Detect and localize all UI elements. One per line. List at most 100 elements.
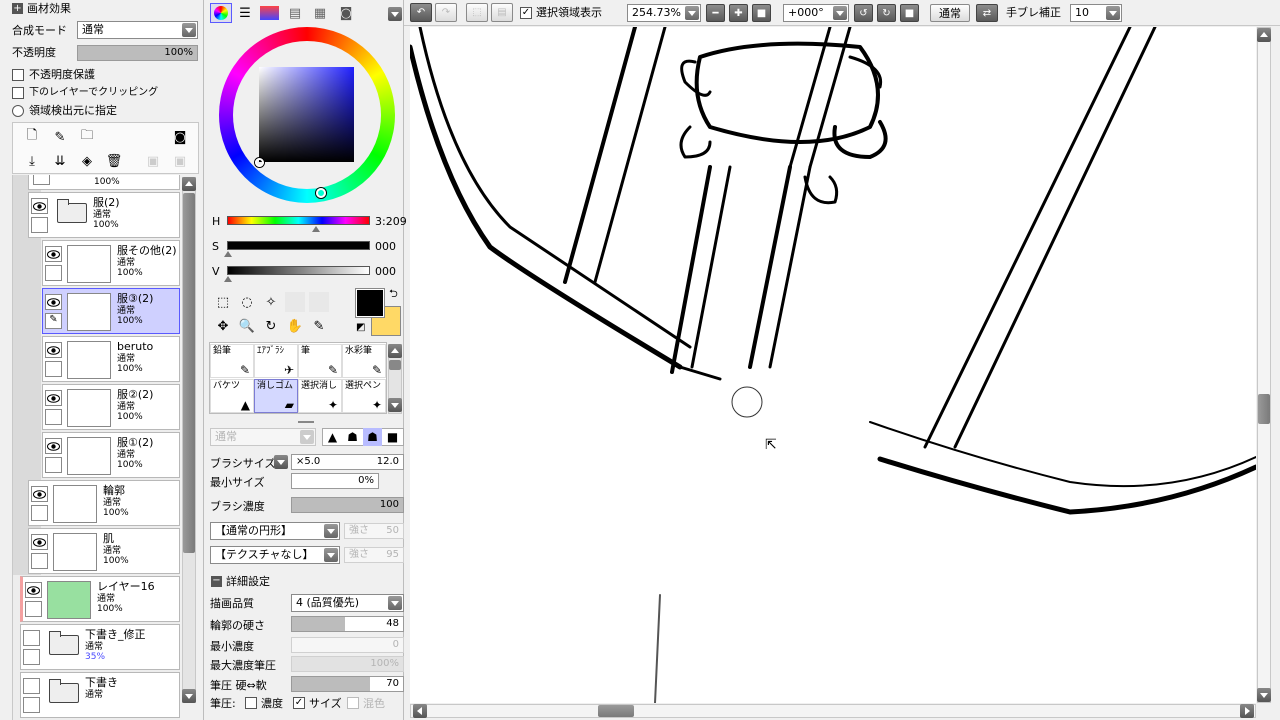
layer-mask-icon[interactable]: ◙ xyxy=(170,127,190,147)
deselect-button[interactable]: ⬚ xyxy=(466,3,488,22)
undo-button[interactable]: ↶ xyxy=(410,3,432,22)
rect-select-icon[interactable]: ⬚ xyxy=(213,292,233,312)
pressure-slider[interactable]: 70 xyxy=(291,676,404,692)
color-wheel-tab[interactable] xyxy=(210,3,232,23)
layer-row[interactable]: 服②(2) 通常 100% xyxy=(42,384,180,430)
brush-size-menu[interactable] xyxy=(274,455,288,469)
canvas-vscrollbar[interactable] xyxy=(1257,27,1271,703)
edge-square-icon[interactable]: ■ xyxy=(383,428,402,446)
stabilizer-select[interactable]: 10 xyxy=(1070,4,1122,22)
scroll-up-button[interactable] xyxy=(182,177,196,191)
zoom-out-button[interactable]: ━ xyxy=(706,4,725,22)
canvas-scroll-up[interactable] xyxy=(1257,28,1271,42)
saturation-slider[interactable] xyxy=(227,241,370,250)
layer-visible-box[interactable] xyxy=(33,175,50,185)
layer-row[interactable]: 服(2) 通常 100% xyxy=(28,192,180,238)
layer-lock-box[interactable] xyxy=(23,649,40,665)
eye-icon[interactable] xyxy=(45,294,62,310)
eye-icon[interactable] xyxy=(31,198,48,214)
layer-lock-box[interactable] xyxy=(31,553,48,569)
eye-icon[interactable] xyxy=(23,678,40,694)
hsv-slider-tab-icon[interactable] xyxy=(260,6,279,20)
primary-color-swatch[interactable] xyxy=(355,288,385,318)
layer-lock-box[interactable]: ✎ xyxy=(45,313,62,329)
layer-lock-box[interactable] xyxy=(45,361,62,377)
sv-square[interactable] xyxy=(259,67,354,162)
canvas-vscroll-thumb[interactable] xyxy=(1258,394,1270,424)
expand-icon[interactable]: + xyxy=(12,3,23,14)
view-mode-button[interactable]: 通常 xyxy=(930,4,970,22)
new-linework-layer-icon[interactable]: ✎ xyxy=(50,127,70,147)
canvas-scroll-right[interactable] xyxy=(1240,704,1254,718)
panel-grip[interactable] xyxy=(298,421,314,423)
brush-6[interactable]: 選択消し ✦ xyxy=(298,379,342,413)
lasso-icon[interactable]: ◌ xyxy=(237,292,257,312)
min-size-slider[interactable]: 0% xyxy=(291,473,379,489)
layer-row[interactable]: 服その他(2) 通常 100% xyxy=(42,240,180,286)
rotate-reset-button[interactable]: ■ xyxy=(900,4,919,22)
eye-icon[interactable] xyxy=(45,390,62,406)
brush-3[interactable]: 水彩筆 ✎ xyxy=(342,344,386,378)
eye-icon[interactable] xyxy=(25,582,42,598)
scroll-down-button[interactable] xyxy=(182,689,196,703)
layer-lock-box[interactable] xyxy=(31,217,48,233)
swap-colors-icon[interactable]: ⮌ xyxy=(389,288,398,299)
collapse-icon[interactable]: − xyxy=(211,576,222,587)
protect-opacity-checkbox[interactable] xyxy=(12,69,24,81)
layer-lock-box[interactable] xyxy=(45,265,62,281)
layer-row[interactable]: 下書き_修正 通常 35% xyxy=(20,624,180,670)
hue-slider[interactable] xyxy=(227,216,370,225)
zoom-in-button[interactable]: ✚ xyxy=(729,4,748,22)
rotate-right-button[interactable]: ↻ xyxy=(877,4,896,22)
brush-size-field[interactable]: ×5.0 12.0 xyxy=(291,454,404,470)
transfer-down-icon[interactable]: ⤓ xyxy=(22,151,42,171)
brush-4[interactable]: バケツ ▲ xyxy=(210,379,254,413)
flip-horizontal-button[interactable]: ⇄ xyxy=(976,4,998,22)
canvas-hscrollbar[interactable] xyxy=(410,704,1256,718)
layer-row[interactable]: beruto 通常 100% xyxy=(42,336,180,382)
swatch-tab-icon[interactable]: ▦ xyxy=(310,3,330,23)
new-layer-icon[interactable]: 🗋 xyxy=(22,127,42,147)
hardness-slider[interactable]: 48 xyxy=(291,616,404,632)
zoom-icon[interactable]: 🔍 xyxy=(237,316,257,336)
brush-scroll-down[interactable] xyxy=(388,398,402,412)
reset-colors-icon[interactable]: ◩ xyxy=(356,323,365,333)
rotation-select[interactable]: +000° xyxy=(783,4,849,22)
trash-icon[interactable]: 🗑 xyxy=(104,151,124,171)
quality-select[interactable]: 4 (品質優先) xyxy=(291,594,404,612)
rotate-icon[interactable]: ↻ xyxy=(261,316,281,336)
eye-icon[interactable] xyxy=(31,534,48,550)
brush-mode-select[interactable]: 通常 xyxy=(210,428,316,446)
rotate-left-button[interactable]: ↺ xyxy=(854,4,873,22)
brush-0[interactable]: 鉛筆 ✎ xyxy=(210,344,254,378)
layer-scroll-thumb[interactable] xyxy=(183,193,195,553)
brush-5[interactable]: 消しゴム ▰ xyxy=(254,379,298,413)
zoom-reset-button[interactable]: ■ xyxy=(752,4,771,22)
canvas-hscroll-thumb[interactable] xyxy=(598,705,634,717)
new-folder-icon[interactable]: 🗀 xyxy=(77,127,97,147)
eye-icon[interactable] xyxy=(45,342,62,358)
rgb-slider-tab-icon[interactable]: ☰ xyxy=(235,3,255,23)
scratchpad-tab-icon[interactable]: ◙ xyxy=(336,3,356,23)
eye-icon[interactable] xyxy=(45,438,62,454)
merge-down-icon[interactable]: ⇊ xyxy=(50,151,70,171)
layer-row[interactable]: 肌通常 100% xyxy=(28,528,180,574)
layer-row[interactable]: レイヤー16 通常 100% xyxy=(20,576,180,622)
pressure-density-checkbox[interactable] xyxy=(245,697,257,709)
redo-button[interactable]: ↷ xyxy=(435,3,457,22)
zoom-select[interactable]: 254.73% xyxy=(627,4,701,22)
blend-mode-select[interactable]: 通常 xyxy=(77,21,198,39)
color-panel-menu-button[interactable] xyxy=(388,7,402,21)
show-selection-checkbox[interactable]: ✓ xyxy=(520,7,532,19)
opacity-slider[interactable]: 100% xyxy=(77,45,198,61)
canvas-scroll-left[interactable] xyxy=(413,704,427,718)
pressure-size-checkbox[interactable]: ✓ xyxy=(293,697,305,709)
layer-lock-box[interactable] xyxy=(23,697,40,713)
eye-icon[interactable] xyxy=(45,246,62,262)
edge-soft-icon[interactable]: ▲ xyxy=(323,428,342,446)
layer-lock-box[interactable] xyxy=(45,409,62,425)
value-slider[interactable] xyxy=(227,266,370,275)
layer-row[interactable]: 服①(2) 通常 100% xyxy=(42,432,180,478)
hand-icon[interactable]: ✋ xyxy=(285,316,305,336)
region-source-radio[interactable] xyxy=(12,105,24,117)
